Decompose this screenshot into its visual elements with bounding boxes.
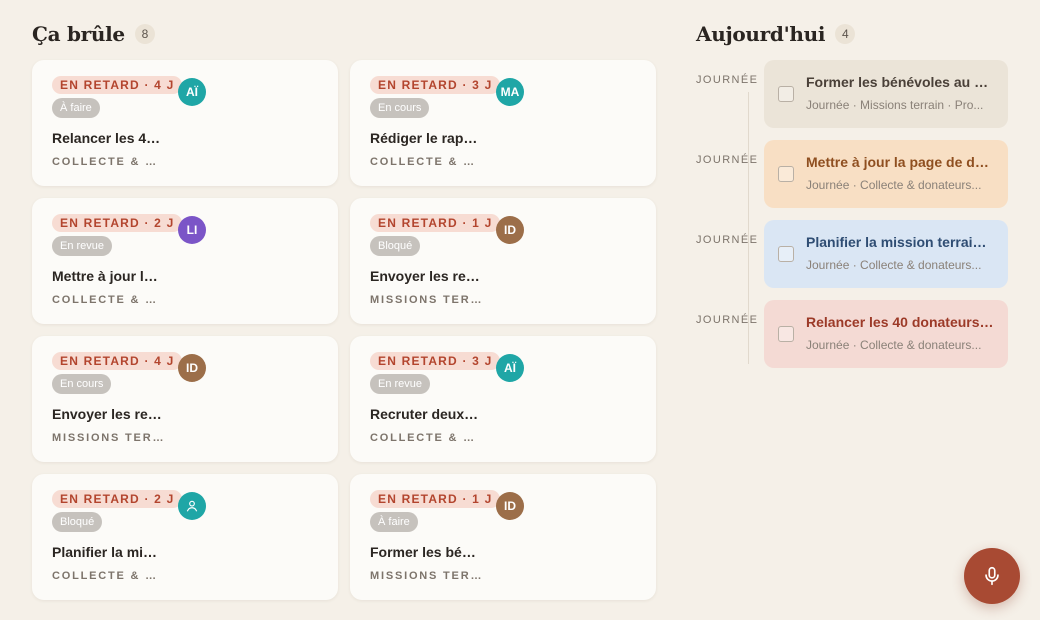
overdue-badge: EN RETARD · 4 J bbox=[52, 76, 183, 94]
avatar-initials: ID bbox=[504, 499, 516, 513]
overdue-task-card[interactable]: EN RETARD · 4 J En cours ID Envoyer les reç… bbox=[32, 336, 338, 462]
assignee-avatar[interactable]: LI bbox=[178, 216, 206, 244]
overdue-task-card[interactable]: EN RETARD · 1 J À faire ID Former les béné.… bbox=[350, 474, 656, 600]
person-icon bbox=[186, 500, 198, 512]
status-badge: En revue bbox=[52, 236, 113, 256]
today-task-card[interactable]: Relancer les 40 donateurs ... Journée · C… bbox=[764, 300, 1008, 368]
avatar-initials: AÏ bbox=[186, 85, 198, 99]
avatar-initials: AÏ bbox=[504, 361, 516, 375]
task-title: Mettre à jour la ... bbox=[52, 268, 164, 284]
task-title: Envoyer les reçu... bbox=[370, 268, 482, 284]
overdue-task-card[interactable]: EN RETARD · 3 J En revue AÏ Recruter deux a… bbox=[350, 336, 656, 462]
status-badge: En cours bbox=[52, 374, 112, 394]
time-slot-label: JOURNÉE bbox=[696, 74, 759, 86]
today-task-card[interactable]: Former les bénévoles au no... Journée · M… bbox=[764, 60, 1008, 128]
task-project: COLLECTE & D... bbox=[52, 570, 164, 582]
today-count-badge: 4 bbox=[835, 24, 856, 44]
task-checkbox[interactable] bbox=[778, 246, 794, 262]
today-task-title: Relancer les 40 donateurs ... bbox=[806, 314, 994, 330]
overdue-task-card[interactable]: EN RETARD · 4 J À faire AÏ Relancer les 40 … bbox=[32, 60, 338, 186]
today-row: JOURNÉE Former les bénévoles au no... Jour… bbox=[696, 60, 1008, 128]
avatar-initials: ID bbox=[186, 361, 198, 375]
assignee-avatar[interactable]: ID bbox=[496, 492, 524, 520]
overdue-task-card[interactable]: EN RETARD · 2 J En revue LI Mettre à jour l… bbox=[32, 198, 338, 324]
assignee-avatar[interactable]: MA bbox=[496, 78, 524, 106]
overdue-badge: EN RETARD · 4 J bbox=[52, 352, 183, 370]
time-slot-label: JOURNÉE bbox=[696, 314, 759, 326]
overdue-badge: EN RETARD · 2 J bbox=[52, 490, 183, 508]
status-badge: Bloqué bbox=[52, 512, 103, 532]
task-checkbox[interactable] bbox=[778, 326, 794, 342]
burning-title: Ça brûle bbox=[32, 22, 125, 46]
today-task-meta: Journée · Missions terrain · Pro... bbox=[806, 98, 984, 112]
burning-section-header: Ça brûle 8 bbox=[32, 22, 155, 46]
task-title: Envoyer les reçu... bbox=[52, 406, 164, 422]
microphone-icon bbox=[985, 566, 999, 586]
task-title: Rédiger le rapp... bbox=[370, 130, 482, 146]
overdue-task-card[interactable]: EN RETARD · 2 J Bloqué Planifier la missi.… bbox=[32, 474, 338, 600]
task-title: Former les béné... bbox=[370, 544, 482, 560]
overdue-task-card[interactable]: EN RETARD · 1 J Bloqué ID Envoyer les reçu.… bbox=[350, 198, 656, 324]
avatar-initials: MA bbox=[500, 85, 520, 99]
overdue-badge: EN RETARD · 1 J bbox=[370, 214, 501, 232]
task-project: MISSIONS TER... bbox=[370, 570, 482, 582]
today-task-title: Planifier la mission terrain d... bbox=[806, 234, 994, 250]
task-checkbox[interactable] bbox=[778, 86, 794, 102]
today-task-card[interactable]: Mettre à jour la page de do... Journée · … bbox=[764, 140, 1008, 208]
today-task-meta: Journée · Collecte & donateurs... bbox=[806, 178, 982, 192]
assignee-avatar[interactable]: AÏ bbox=[178, 78, 206, 106]
task-title: Planifier la missi... bbox=[52, 544, 164, 560]
today-row: JOURNÉE Mettre à jour la page de do... Jou… bbox=[696, 140, 1008, 208]
today-task-card[interactable]: Planifier la mission terrain d... Journée… bbox=[764, 220, 1008, 288]
status-badge: Bloqué bbox=[370, 236, 421, 256]
overdue-badge: EN RETARD · 3 J bbox=[370, 76, 501, 94]
today-section-header: Aujourd'hui 4 bbox=[696, 22, 856, 46]
today-task-meta: Journée · Collecte & donateurs... bbox=[806, 338, 982, 352]
status-badge: En cours bbox=[370, 98, 430, 118]
status-badge: À faire bbox=[52, 98, 100, 118]
burning-count-badge: 8 bbox=[134, 24, 155, 44]
task-project: COLLECTE & D... bbox=[52, 294, 164, 306]
time-slot-label: JOURNÉE bbox=[696, 234, 759, 246]
today-title: Aujourd'hui bbox=[696, 22, 826, 46]
task-project: MISSIONS TER... bbox=[370, 294, 482, 306]
overdue-badge: EN RETARD · 3 J bbox=[370, 352, 501, 370]
task-project: COLLECTE & D... bbox=[370, 156, 482, 168]
avatar-initials: LI bbox=[186, 223, 198, 237]
today-task-title: Mettre à jour la page de do... bbox=[806, 154, 994, 170]
assignee-avatar[interactable]: ID bbox=[178, 354, 206, 382]
overdue-badge: EN RETARD · 1 J bbox=[370, 490, 501, 508]
task-project: MISSIONS TER... bbox=[52, 432, 164, 444]
task-title: Relancer les 40 ... bbox=[52, 130, 164, 146]
task-title: Recruter deux a... bbox=[370, 406, 482, 422]
status-badge: À faire bbox=[370, 512, 418, 532]
time-slot-label: JOURNÉE bbox=[696, 154, 759, 166]
assignee-avatar[interactable]: ID bbox=[496, 216, 524, 244]
burning-task-grid: EN RETARD · 4 J À faire AÏ Relancer les 40 … bbox=[32, 60, 656, 600]
task-checkbox[interactable] bbox=[778, 166, 794, 182]
today-row: JOURNÉE Relancer les 40 donateurs ... Jour… bbox=[696, 300, 1008, 368]
task-project: COLLECTE & D... bbox=[52, 156, 164, 168]
today-row: JOURNÉE Planifier la mission terrain d...… bbox=[696, 220, 1008, 288]
today-task-meta: Journée · Collecte & donateurs... bbox=[806, 258, 982, 272]
overdue-task-card[interactable]: EN RETARD · 3 J En cours MA Rédiger le rapp… bbox=[350, 60, 656, 186]
overdue-badge: EN RETARD · 2 J bbox=[52, 214, 183, 232]
avatar-initials: ID bbox=[504, 223, 516, 237]
status-badge: En revue bbox=[370, 374, 431, 394]
assignee-avatar[interactable]: AÏ bbox=[496, 354, 524, 382]
task-project: COLLECTE & D... bbox=[370, 432, 482, 444]
voice-input-button[interactable] bbox=[964, 548, 1020, 604]
today-task-title: Former les bénévoles au no... bbox=[806, 74, 994, 90]
assignee-avatar[interactable] bbox=[178, 492, 206, 520]
